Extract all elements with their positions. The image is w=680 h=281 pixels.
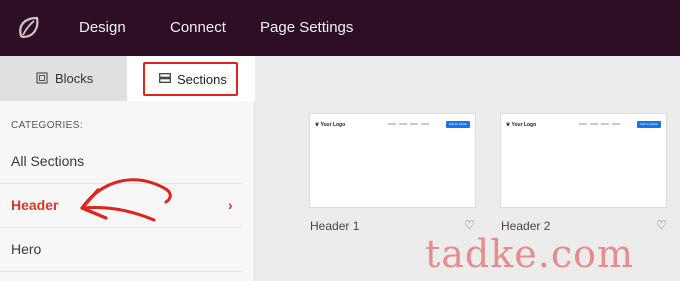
- preview-cta-button: Call To Action: [637, 121, 661, 128]
- blocks-icon: [36, 72, 48, 84]
- section-card-header-1[interactable]: ❦ Your Logo Call To Action: [309, 113, 476, 208]
- section-name: Header 2: [501, 219, 551, 233]
- nav-page-settings[interactable]: Page Settings: [260, 0, 353, 56]
- category-label: All Sections: [11, 153, 85, 169]
- heart-icon[interactable]: ♡: [464, 218, 475, 232]
- top-navigation-bar: Design Connect Page Settings: [0, 0, 680, 56]
- preview-logo: ❦ Your Logo: [506, 122, 536, 128]
- section-name: Header 1: [310, 219, 360, 233]
- leaf-mini-icon: ❦: [315, 122, 320, 128]
- preview-nav-links: [388, 123, 436, 126]
- heart-icon[interactable]: ♡: [656, 218, 667, 232]
- tab-sections[interactable]: Sections: [127, 56, 255, 101]
- category-label: Header: [11, 197, 59, 213]
- preview-cta-button: Call To Action: [446, 121, 470, 128]
- section-card-header-2[interactable]: ❦ Your Logo Call To Action: [500, 113, 667, 208]
- leaf-mini-icon: ❦: [506, 122, 511, 128]
- preview-nav-links: [579, 123, 627, 126]
- annotation-arrow: [80, 178, 172, 222]
- tab-blocks-label: Blocks: [55, 71, 94, 86]
- tab-sections-label: Sections: [177, 72, 227, 87]
- category-label: Hero: [11, 241, 42, 257]
- leaf-icon[interactable]: [14, 13, 44, 43]
- watermark: tadke.com: [425, 232, 635, 276]
- nav-design[interactable]: Design: [79, 0, 126, 56]
- tab-blocks[interactable]: Blocks: [0, 56, 127, 101]
- preview-logo-text: Your Logo: [511, 122, 537, 128]
- preview-logo-text: Your Logo: [320, 122, 346, 128]
- sections-icon: [159, 73, 171, 83]
- nav-connect[interactable]: Connect: [170, 0, 226, 56]
- chevron-right-icon: ›: [228, 197, 233, 213]
- categories-title: CATEGORIES:: [11, 120, 84, 131]
- preview-logo: ❦ Your Logo: [315, 122, 345, 128]
